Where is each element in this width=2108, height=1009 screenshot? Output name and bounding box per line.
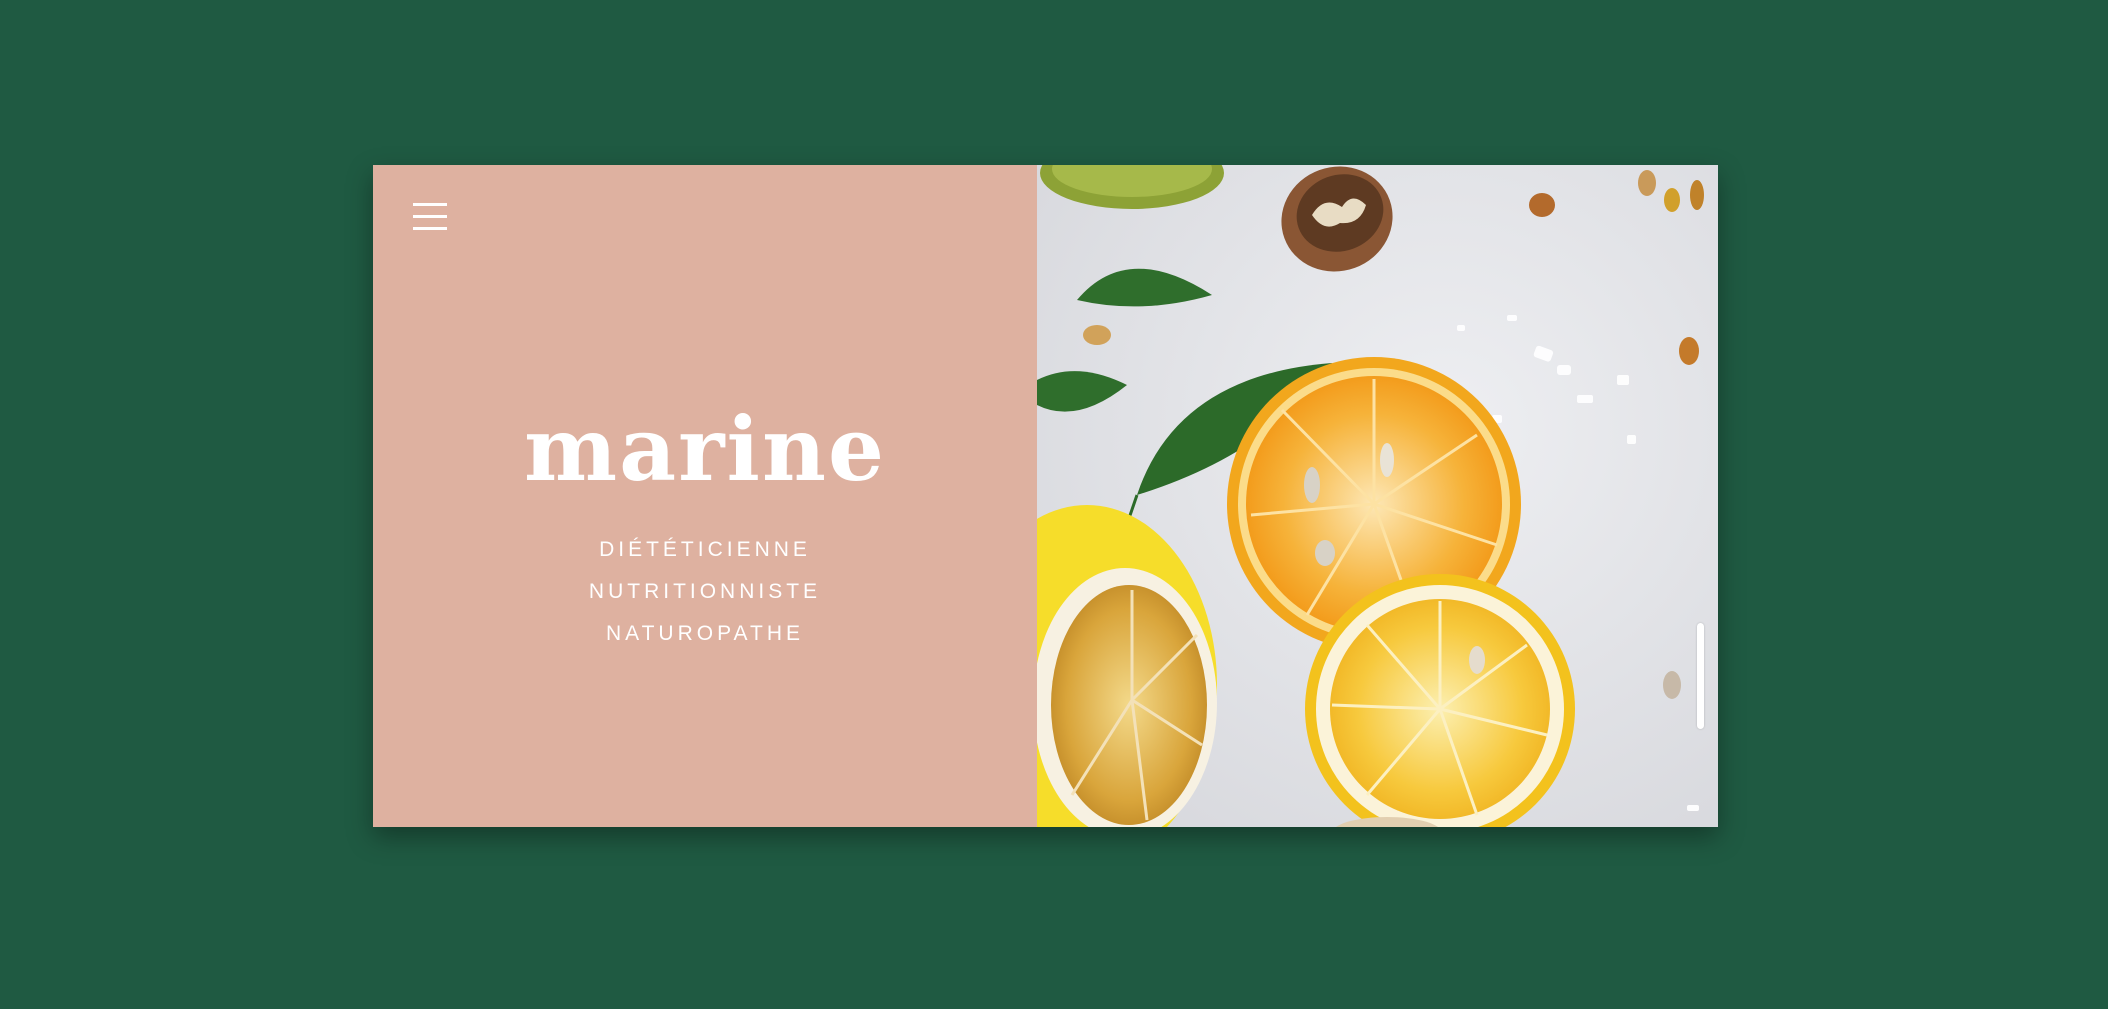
tagline-list: DIÉTÉTICIENNE NUTRITIONNISTE NATUROPATHE bbox=[373, 529, 1037, 655]
tagline-dieteticienne: DIÉTÉTICIENNE bbox=[599, 538, 811, 561]
hero-card: marine DIÉTÉTICIENNE NUTRITIONNISTE NATU… bbox=[373, 165, 1718, 827]
scrollbar-thumb[interactable] bbox=[1697, 623, 1704, 729]
citrus-photo-illustration bbox=[1037, 165, 1718, 827]
brand-panel: marine DIÉTÉTICIENNE NUTRITIONNISTE NATU… bbox=[373, 165, 1037, 827]
tagline-naturopathe: NATUROPATHE bbox=[605, 622, 804, 645]
brand-block: marine DIÉTÉTICIENNE NUTRITIONNISTE NATU… bbox=[373, 405, 1037, 655]
brand-logo-name: marine bbox=[524, 397, 886, 501]
hero-image bbox=[1037, 165, 1718, 827]
hamburger-menu-icon[interactable] bbox=[413, 203, 447, 235]
tagline-nutritionniste: NUTRITIONNISTE bbox=[588, 580, 822, 603]
